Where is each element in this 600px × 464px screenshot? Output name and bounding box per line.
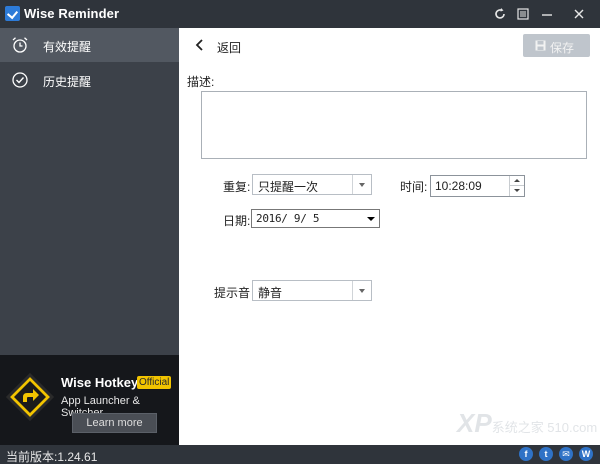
twitter-icon[interactable]: t — [539, 447, 553, 461]
date-picker[interactable]: 2016/ 9/ 5 — [251, 209, 380, 228]
dropdown-arrow-icon[interactable] — [363, 210, 379, 227]
mail-icon[interactable]: ✉ — [559, 447, 573, 461]
chevron-down-icon — [352, 175, 371, 194]
time-spinner[interactable] — [509, 176, 524, 196]
status-bar: 当前版本:1.24.61 f t ✉ W — [0, 445, 600, 464]
alarm-clock-icon — [11, 36, 29, 54]
floppy-disk-icon — [535, 40, 546, 51]
main-panel: 返回 保存 描述: 重复: 只提醒一次 时间: 10:28:09 日期: 201… — [179, 28, 600, 445]
save-label: 保存 — [550, 41, 575, 55]
watermark-logo: XP — [457, 408, 492, 438]
learn-more-button[interactable]: Learn more — [72, 413, 157, 433]
time-input[interactable]: 10:28:09 — [430, 175, 525, 197]
close-icon[interactable] — [569, 4, 589, 24]
watermark-sub: 系统之家 510.com — [491, 420, 598, 435]
menu-icon[interactable] — [513, 4, 533, 24]
facebook-icon[interactable]: f — [519, 447, 533, 461]
promo-official-badge: Official — [137, 376, 172, 389]
promo-banner[interactable]: Wise Hotkey Official App Launcher & Swit… — [0, 355, 179, 445]
date-value: 2016/ 9/ 5 — [256, 212, 320, 225]
wise-icon[interactable]: W — [579, 447, 593, 461]
repeat-label: 重复: — [223, 180, 251, 194]
description-label: 描述: — [187, 75, 215, 89]
chevron-down-icon — [352, 281, 371, 300]
back-button[interactable]: 返回 — [217, 39, 241, 56]
save-button[interactable]: 保存 — [523, 34, 590, 57]
back-arrow-icon[interactable] — [193, 38, 207, 52]
title-bar: Wise Reminder — [0, 0, 600, 28]
spin-up-icon[interactable] — [510, 176, 524, 186]
time-label: 时间: — [400, 180, 428, 194]
sound-label: 提示音 — [214, 286, 251, 300]
repeat-value: 只提醒一次 — [258, 180, 319, 194]
app-logo-icon — [5, 6, 20, 21]
check-circle-icon — [11, 71, 29, 89]
hotkey-logo-icon — [5, 372, 55, 422]
repeat-select[interactable]: 只提醒一次 — [252, 174, 372, 195]
sound-select[interactable]: 静音 — [252, 280, 372, 301]
sidebar-item-label: 历史提醒 — [43, 75, 92, 89]
sidebar-item-label: 有效提醒 — [43, 40, 92, 54]
promo-title: Wise Hotkey — [61, 375, 139, 390]
sound-value: 静音 — [258, 286, 283, 300]
date-label: 日期: — [223, 214, 251, 228]
site-watermark: XP系统之家 510.com — [457, 408, 597, 439]
description-textarea[interactable] — [201, 91, 587, 159]
version-label: 当前版本:1.24.61 — [6, 450, 98, 464]
app-title: Wise Reminder — [24, 6, 120, 21]
spin-down-icon[interactable] — [510, 186, 524, 196]
sidebar-item-active-reminders[interactable]: 有效提醒 — [0, 28, 179, 62]
refresh-icon[interactable] — [490, 4, 510, 24]
sidebar: 有效提醒 历史提醒 Wise Hotkey Official App Launc… — [0, 28, 179, 445]
minimize-icon[interactable] — [537, 4, 557, 24]
sidebar-item-history-reminders[interactable]: 历史提醒 — [0, 63, 179, 97]
time-value: 10:28:09 — [435, 179, 482, 193]
